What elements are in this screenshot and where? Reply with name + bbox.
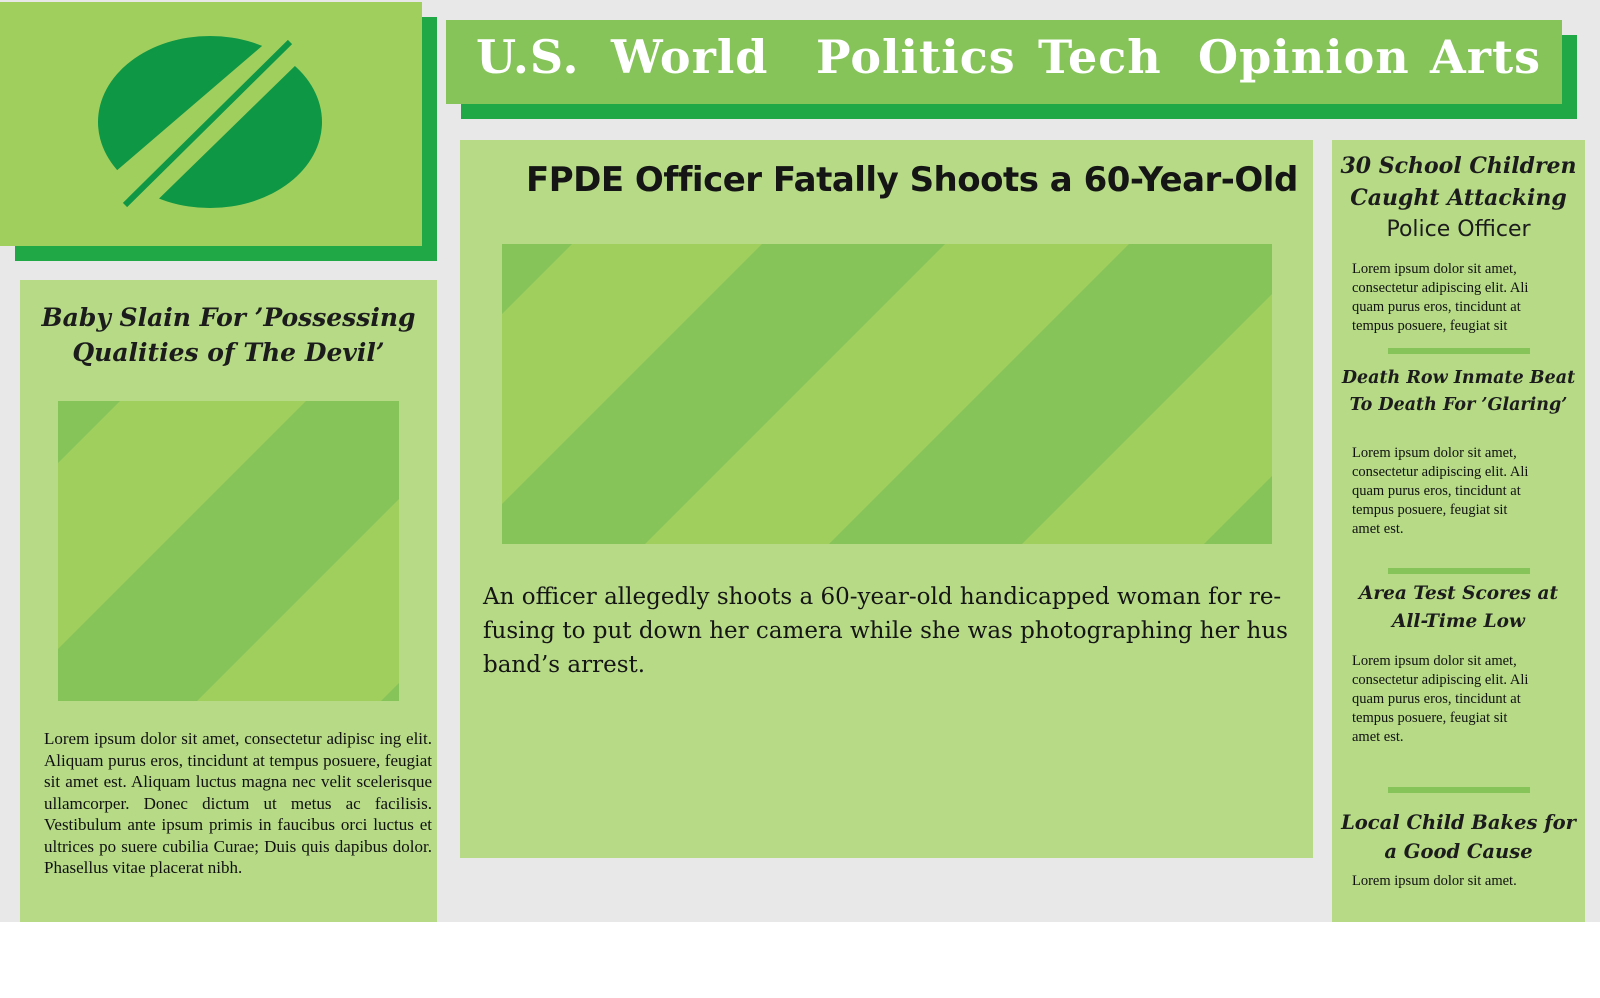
side-story-body: Lorem ipsum dolor sit amet, consectetur … xyxy=(1352,260,1570,336)
side-story-body-line: amet est. xyxy=(1352,521,1404,537)
side-story-headline-line: Local Child Bakes for xyxy=(1341,811,1576,834)
nav-item-tech[interactable]: Tech xyxy=(1038,30,1162,84)
left-story-headline-line: Baby Slain For ’Possessing xyxy=(41,303,416,332)
sidebar-divider xyxy=(1388,787,1530,793)
nav-item-world[interactable]: World xyxy=(611,30,768,84)
right-sidebar: 30 School Children Caught Attacking Poli… xyxy=(1332,140,1585,922)
side-story-headline-line: To Death For ’Glaring’ xyxy=(1349,395,1568,415)
sidebar-divider xyxy=(1388,348,1530,354)
left-story-headline[interactable]: Baby Slain For ’Possessing Qualities of … xyxy=(20,300,437,370)
left-story-image-placeholder[interactable] xyxy=(58,401,399,701)
side-story-headline[interactable]: Area Test Scores at All-Time Low xyxy=(1332,580,1585,636)
side-story-3[interactable]: Area Test Scores at All-Time Low Lorem i… xyxy=(1332,580,1585,745)
side-story-body-line: consectetur adipiscing elit. Ali xyxy=(1352,672,1529,688)
side-story-headline-line: All-Time Low xyxy=(1392,611,1525,632)
side-story-body: Lorem ipsum dolor sit amet. xyxy=(1352,872,1570,891)
nav-item-opinion[interactable]: Opinion xyxy=(1198,30,1410,84)
striped-image-graphic xyxy=(58,401,399,701)
side-story-headline-line: Death Row Inmate Beat xyxy=(1341,368,1576,388)
side-story-body-line: amet est. xyxy=(1352,729,1404,745)
main-story-summary-line: An officer allegedly shoots a 60-year-ol… xyxy=(483,584,1282,610)
side-story-headline[interactable]: 30 School Children Caught Attacking Poli… xyxy=(1332,150,1585,246)
side-story-body-line: tempus posuere, feugiat sit xyxy=(1352,502,1508,518)
side-story-4[interactable]: Local Child Bakes for a Good Cause Lorem… xyxy=(1332,808,1585,889)
side-story-body-line: Lorem ipsum dolor sit amet. xyxy=(1352,873,1517,889)
side-story-headline-line: 30 School Children xyxy=(1340,153,1577,179)
side-story-headline-line: Caught Attacking xyxy=(1350,185,1567,211)
side-story-headline-line: Police Officer xyxy=(1386,217,1531,242)
side-story-body-line: tempus posuere, feugiat sit xyxy=(1352,710,1508,726)
nav-item-us[interactable]: U.S. xyxy=(476,30,580,84)
side-story-body-line: quam purus eros, tincidunt at xyxy=(1352,299,1521,315)
sidebar-divider xyxy=(1388,568,1530,574)
main-story-image-placeholder[interactable] xyxy=(502,244,1272,544)
side-story-2[interactable]: Death Row Inmate Beat To Death For ’Glar… xyxy=(1332,365,1585,537)
site-logo-icon xyxy=(98,36,322,208)
side-story-body-line: consectetur adipiscing elit. Ali xyxy=(1352,464,1529,480)
side-story-body-line: Lorem ipsum dolor sit amet, xyxy=(1352,261,1517,277)
side-story-body: Lorem ipsum dolor sit amet, consectetur … xyxy=(1352,652,1570,747)
side-story-1[interactable]: 30 School Children Caught Attacking Poli… xyxy=(1332,150,1585,334)
site-logo-panel[interactable] xyxy=(0,2,422,246)
side-story-body-line: Lorem ipsum dolor sit amet, xyxy=(1352,653,1517,669)
main-nav: U.S. World Politics Tech Opinion Arts xyxy=(446,20,1562,104)
striped-image-graphic xyxy=(502,244,1272,544)
left-story-body: Lorem ipsum dolor sit amet, consectetur … xyxy=(44,729,432,877)
main-story-summary-line: fusing to put down her camera while she … xyxy=(483,618,1288,644)
side-story-body: Lorem ipsum dolor sit amet, consectetur … xyxy=(1352,444,1570,539)
left-story-headline-line: Qualities of The Devil’ xyxy=(72,338,385,367)
nav-item-politics[interactable]: Politics xyxy=(816,30,1016,84)
side-story-headline-line: Area Test Scores at xyxy=(1359,583,1558,604)
main-story-headline[interactable]: FPDE Officer Fatally Shoots a 60-Year-Ol… xyxy=(526,160,1298,200)
main-story-summary: An officer allegedly shoots a 60-year-ol… xyxy=(483,580,1313,682)
side-story-body-line: Lorem ipsum dolor sit amet, xyxy=(1352,445,1517,461)
side-story-headline[interactable]: Death Row Inmate Beat To Death For ’Glar… xyxy=(1332,365,1585,419)
main-story-card: FPDE Officer Fatally Shoots a 60-Year-Ol… xyxy=(460,140,1313,858)
main-story-summary-line: band’s arrest. xyxy=(483,652,646,678)
side-story-headline-line: a Good Cause xyxy=(1384,840,1533,863)
side-story-body-line: quam purus eros, tincidunt at xyxy=(1352,691,1521,707)
left-story-card: Baby Slain For ’Possessing Qualities of … xyxy=(20,280,437,922)
side-story-body-line: consectetur adipiscing elit. Ali xyxy=(1352,280,1529,296)
side-story-body-line: tempus posuere, feugiat sit xyxy=(1352,318,1508,334)
nav-item-arts[interactable]: Arts xyxy=(1430,30,1541,84)
side-story-body-line: quam purus eros, tincidunt at xyxy=(1352,483,1521,499)
side-story-headline[interactable]: Local Child Bakes for a Good Cause xyxy=(1332,808,1585,866)
